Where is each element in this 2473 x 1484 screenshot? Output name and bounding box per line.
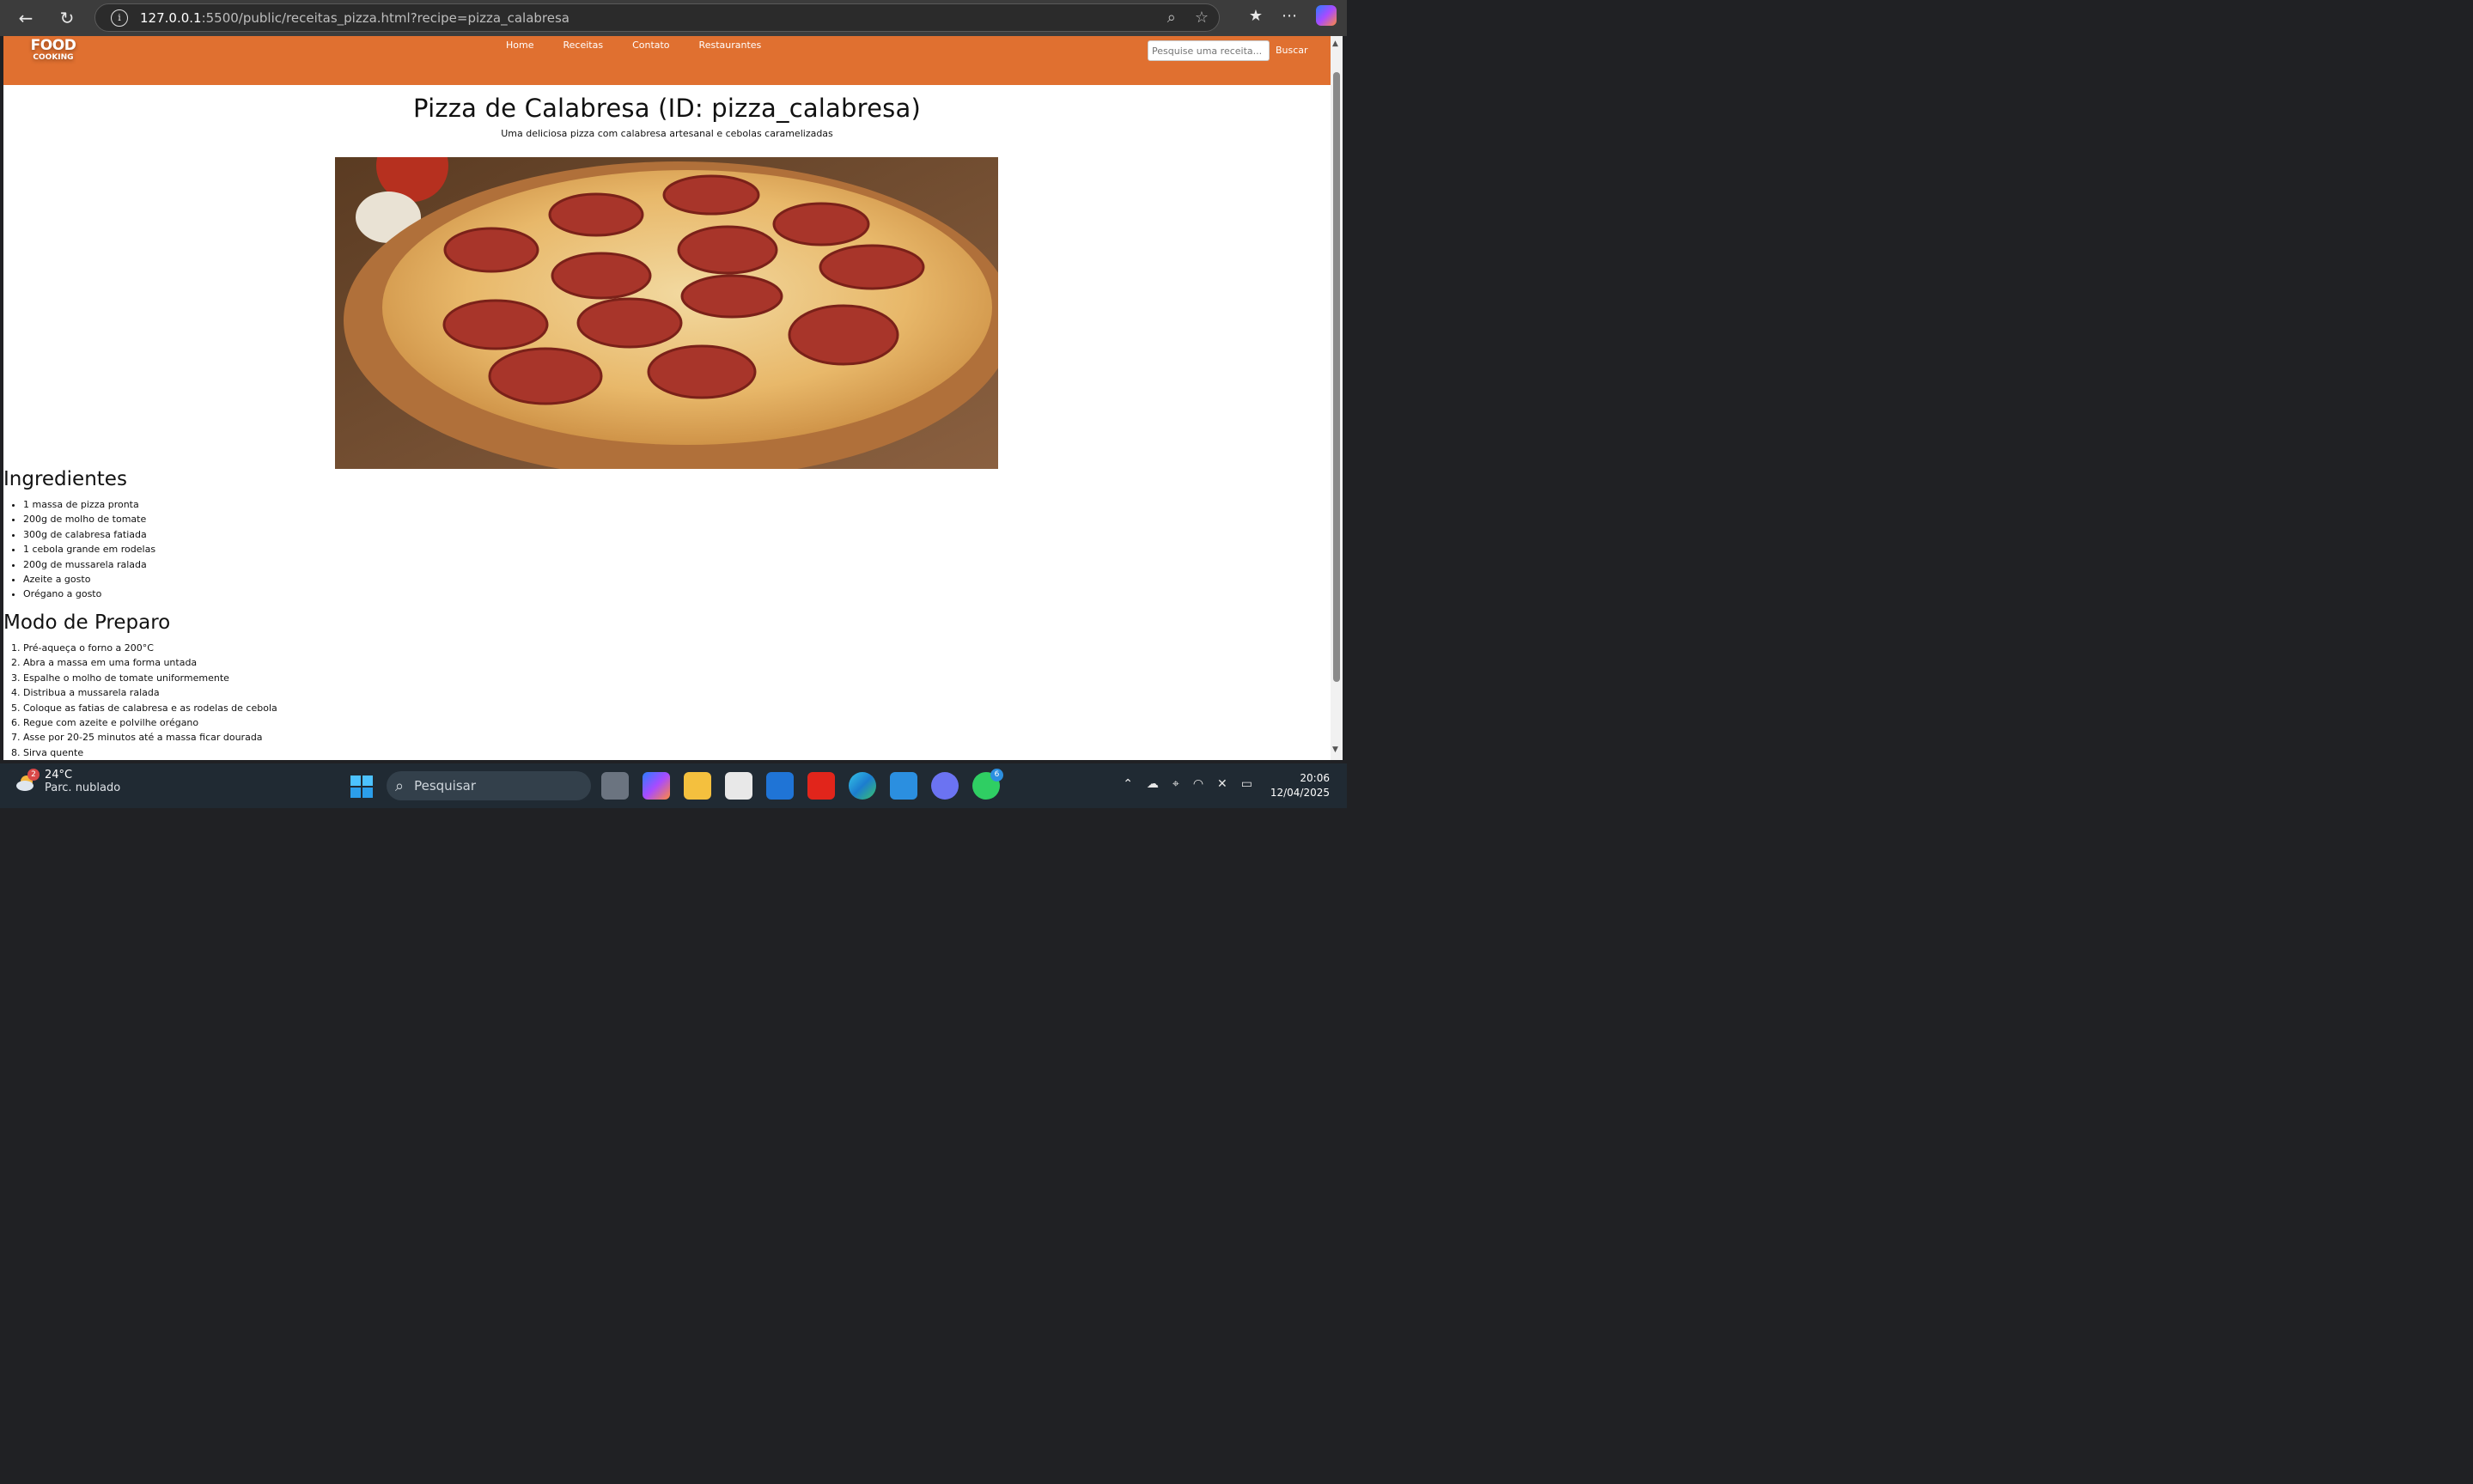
weather-temperature: 24°C: [45, 769, 73, 782]
youtube-icon[interactable]: [807, 772, 835, 800]
start-icon[interactable]: [350, 775, 373, 798]
discord-icon[interactable]: [931, 772, 959, 800]
volume-muted-icon[interactable]: ✕: [1217, 777, 1227, 791]
taskbar-search[interactable]: ⌕ Pesquisar: [387, 771, 591, 800]
clock-date: 12/04/2025: [1270, 787, 1330, 799]
copilot-taskbar-icon[interactable]: [643, 772, 670, 800]
system-clock[interactable]: 20:06 12/04/2025: [1270, 771, 1330, 800]
outlook-icon[interactable]: [766, 772, 794, 800]
url-path: :5500/public/receitas_pizza.html?recipe=…: [201, 9, 570, 26]
url-host: 127.0.0.1: [140, 9, 202, 26]
back-icon[interactable]: ←: [9, 4, 43, 32]
favorite-star-icon[interactable]: ☆: [1195, 9, 1209, 27]
nav-home[interactable]: Home: [506, 40, 533, 51]
logo-line2: COOKING: [33, 53, 74, 62]
step-item: Asse por 20-25 minutos até a massa ficar…: [23, 730, 277, 745]
scroll-up-icon[interactable]: ▲: [1332, 40, 1338, 48]
step-item: Abra a massa em uma forma untada: [23, 655, 277, 670]
weather-badge: 2: [27, 769, 40, 781]
weather-widget[interactable]: 2 24°C Parc. nublado: [15, 769, 120, 794]
taskbar: 2 24°C Parc. nublado ⌕ Pesquisar 6 ⌃ ☁ ⌖…: [0, 763, 1347, 808]
ingredient-item: 1 massa de pizza pronta: [23, 497, 155, 512]
step-item: Coloque as fatias de calabresa e as rode…: [23, 701, 277, 715]
ingredients-list: 1 massa de pizza pronta 200g de molho de…: [23, 497, 155, 602]
steps-list: Pré-aqueça o forno a 200°C Abra a massa …: [23, 641, 277, 760]
main-nav: Home Receitas Contato Restaurantes: [506, 40, 761, 51]
weather-icon: 2: [15, 769, 40, 793]
page-viewport: FOOD COOKING Home Receitas Contato Resta…: [3, 36, 1331, 760]
onedrive-icon[interactable]: ☁: [1147, 777, 1159, 791]
battery-icon[interactable]: ▭: [1241, 777, 1252, 791]
wifi-icon[interactable]: ◠: [1193, 777, 1203, 791]
scroll-down-icon[interactable]: ▼: [1332, 745, 1338, 754]
favorites-icon[interactable]: ★: [1249, 7, 1263, 25]
search-icon: ⌕: [395, 776, 405, 795]
clock-time: 20:06: [1300, 772, 1330, 784]
ingredients-title: Ingredientes: [3, 468, 127, 490]
scrollbar-thumb[interactable]: [1333, 72, 1340, 682]
recipe-search-input[interactable]: [1148, 40, 1270, 61]
reload-icon[interactable]: ↻: [50, 4, 84, 32]
recipe-subtitle: Uma deliciosa pizza com calabresa artesa…: [501, 128, 833, 139]
file-explorer-icon[interactable]: [684, 772, 711, 800]
nav-contato[interactable]: Contato: [632, 40, 669, 51]
step-item: Regue com azeite e polvilhe orégano: [23, 715, 277, 730]
step-item: Pré-aqueça o forno a 200°C: [23, 641, 277, 655]
nav-restaurantes[interactable]: Restaurantes: [699, 40, 762, 51]
ingredient-item: 200g de molho de tomate: [23, 512, 155, 526]
nav-receitas[interactable]: Receitas: [563, 40, 603, 51]
taskbar-search-label: Pesquisar: [414, 778, 477, 794]
step-item: Sirva quente: [23, 745, 277, 760]
browser-toolbar: ← ↻ i 127.0.0.1:5500/public/receitas_piz…: [0, 0, 1347, 36]
zoom-icon[interactable]: ⌕: [1167, 9, 1176, 27]
more-menu-icon[interactable]: ⋯: [1282, 7, 1297, 25]
site-info-icon[interactable]: i: [111, 9, 128, 27]
store-icon[interactable]: [725, 772, 752, 800]
whatsapp-badge: 6: [990, 769, 1003, 782]
site-logo[interactable]: FOOD COOKING: [29, 39, 77, 75]
search-button[interactable]: Buscar: [1276, 45, 1308, 56]
page-scrollbar[interactable]: ▲ ▼: [1331, 36, 1343, 760]
step-item: Espalhe o molho de tomate uniformemente: [23, 671, 277, 685]
show-hidden-icons[interactable]: ⌃: [1123, 777, 1133, 791]
microphone-icon[interactable]: ⌖: [1173, 777, 1179, 791]
edge-icon[interactable]: [849, 772, 876, 800]
ingredient-item: 200g de mussarela ralada: [23, 557, 155, 572]
ingredient-item: Azeite a gosto: [23, 572, 155, 587]
whatsapp-icon[interactable]: 6: [972, 769, 1003, 800]
recipe-title: Pizza de Calabresa (ID: pizza_calabresa): [413, 94, 921, 123]
weather-condition: Parc. nublado: [45, 782, 121, 794]
logo-line1: FOOD: [30, 37, 76, 54]
ingredient-item: Orégano a gosto: [23, 587, 155, 601]
site-header: FOOD COOKING Home Receitas Contato Resta…: [3, 36, 1331, 85]
steps-title: Modo de Preparo: [3, 611, 171, 634]
step-item: Distribua a mussarela ralada: [23, 685, 277, 700]
ingredient-item: 300g de calabresa fatiada: [23, 527, 155, 542]
vscode-icon[interactable]: [890, 772, 917, 800]
copilot-icon[interactable]: [1316, 5, 1337, 26]
pizza-photo: [335, 157, 998, 469]
ingredient-item: 1 cebola grande em rodelas: [23, 542, 155, 556]
task-view-icon[interactable]: [601, 772, 629, 800]
address-bar[interactable]: i 127.0.0.1:5500/public/receitas_pizza.h…: [94, 3, 1220, 32]
